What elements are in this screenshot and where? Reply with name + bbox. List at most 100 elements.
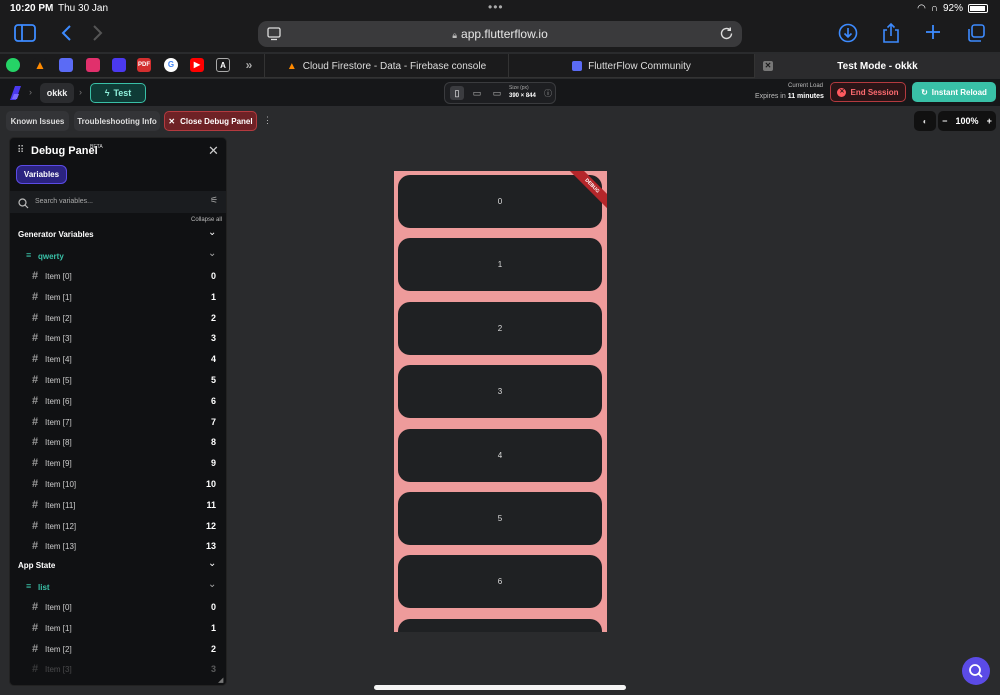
variable-item-row[interactable]: # Item [1] 1 <box>10 287 226 307</box>
back-icon[interactable] <box>60 24 72 47</box>
close-tab-icon[interactable]: ✕ <box>763 61 773 71</box>
beta-badge: BETA <box>90 144 103 150</box>
drag-handle-icon[interactable]: ⠿ <box>17 145 24 156</box>
collapse-all-link[interactable]: Collapse all <box>191 217 222 223</box>
list-item-card[interactable] <box>398 618 602 632</box>
list-item-card[interactable]: 3 <box>398 365 602 419</box>
close-debug-panel-button[interactable]: ✕ Close Debug Panel <box>164 111 257 131</box>
battery-fill <box>970 6 985 11</box>
item-value: 1 <box>210 291 216 302</box>
variable-item-row[interactable]: # Item [7] 7 <box>10 412 226 432</box>
variable-item-row[interactable]: # Item [0] 0 <box>10 266 226 286</box>
variable-item-row[interactable]: # Item [3] 3 <box>10 659 226 679</box>
generator-variable-qwerty[interactable]: ≡ qwerty ⌄ <box>10 246 226 266</box>
battery-percent: 92% <box>942 3 963 14</box>
variable-item-row[interactable]: # Item [1] 1 <box>10 618 226 638</box>
number-type-icon: # <box>32 663 39 676</box>
list-item-card[interactable]: 4 <box>398 428 602 482</box>
variable-item-row[interactable]: # Item [3] 3 <box>10 328 226 348</box>
variable-item-row[interactable]: # Item [13] 13 <box>10 536 226 556</box>
variable-item-row[interactable]: # Item [2] 2 <box>10 308 226 328</box>
home-indicator[interactable] <box>374 685 626 690</box>
number-type-icon: # <box>32 519 39 532</box>
new-tab-icon[interactable] <box>924 23 942 46</box>
tab-firebase[interactable]: ▲ Cloud Firestore - Data - Firebase cons… <box>264 54 508 78</box>
variable-search[interactable]: Search variables... ⚟ <box>10 191 226 213</box>
desktop-device-icon[interactable]: ▭ <box>490 86 504 100</box>
phone-preview: 0123456 DEBUG <box>394 171 607 632</box>
tablet-device-icon[interactable]: ▭ <box>470 86 484 100</box>
variable-item-row[interactable]: # Item [0] 0 <box>10 597 226 617</box>
list-item-card[interactable]: 2 <box>398 301 602 355</box>
list-item-card[interactable]: 5 <box>398 492 602 545</box>
end-session-button[interactable]: ✕ End Session <box>830 82 906 102</box>
number-type-icon: # <box>32 311 39 324</box>
instagram-icon[interactable] <box>86 58 100 72</box>
dark-mode-toggle-icon[interactable]: ◐ <box>914 111 936 131</box>
number-type-icon: # <box>32 290 39 303</box>
tab-overview-icon[interactable] <box>966 23 986 48</box>
list-item-card[interactable]: 6 <box>398 555 602 609</box>
variable-item-row[interactable]: # Item [9] 9 <box>10 453 226 473</box>
item-value: 3 <box>210 664 216 675</box>
pdf-icon[interactable]: PDF <box>137 58 151 72</box>
list-icon: ≡ <box>26 250 32 260</box>
filter-icon[interactable]: ⚟ <box>210 195 218 206</box>
session-expiry: Expires in 11 minutes <box>755 93 824 100</box>
size-value: 390 × 844 <box>509 93 536 99</box>
variable-item-row[interactable]: # Item [2] 2 <box>10 639 226 659</box>
app-state-section[interactable]: App State ⌄ <box>10 556 226 576</box>
item-name: Item [0] <box>45 272 72 281</box>
resize-handle-icon[interactable]: ◢ <box>218 676 223 684</box>
test-mode-breadcrumb[interactable]: ϟ Test <box>90 83 146 103</box>
phone-device-icon[interactable]: ▯ <box>450 86 464 100</box>
troubleshooting-info-button[interactable]: Troubleshooting Info <box>74 111 160 131</box>
tab-label: Cloud Firestore - Data - Firebase consol… <box>302 60 487 72</box>
flutterflow-logo-icon[interactable] <box>8 85 22 106</box>
more-favorites-icon[interactable]: » <box>242 58 256 72</box>
variable-item-row[interactable]: # Item [12] 12 <box>10 516 226 536</box>
tab-community[interactable]: FlutterFlow Community <box>508 54 754 78</box>
debug-panel-title: Debug Panel <box>31 145 98 157</box>
variables-tab[interactable]: Variables <box>16 165 67 184</box>
whatsapp-icon[interactable] <box>6 58 20 72</box>
flutterflow-fav-icon[interactable] <box>59 58 73 72</box>
firebase-icon[interactable]: ▲ <box>33 58 47 72</box>
share-icon[interactable] <box>882 22 900 49</box>
tab-test-mode[interactable]: ✕ Test Mode - okkk <box>754 54 1000 78</box>
more-options-icon[interactable]: ⋮ <box>263 115 272 126</box>
download-icon[interactable] <box>838 23 858 48</box>
multitasking-dots-icon[interactable]: ••• <box>488 0 504 14</box>
section-title: App State <box>18 561 56 570</box>
variable-item-row[interactable]: # Item [5] 5 <box>10 370 226 390</box>
instant-reload-button[interactable]: ↻ Instant Reload <box>912 82 996 102</box>
variable-item-row[interactable]: # Item [4] 4 <box>10 349 226 369</box>
project-breadcrumb[interactable]: okkk <box>40 83 74 103</box>
flutterflow-fav-icon-2[interactable] <box>112 58 126 72</box>
forward-icon[interactable] <box>92 24 104 47</box>
item-name: Item [8] <box>45 438 72 448</box>
list-item-card[interactable]: 1 <box>398 238 602 292</box>
app-state-variable-list[interactable]: ≡ list ⌄ <box>10 577 226 597</box>
zoom-in-icon[interactable]: + <box>987 116 992 126</box>
address-bar[interactable]: 🔒︎ app.flutterflow.io <box>258 21 742 47</box>
close-panel-icon[interactable]: ✕ <box>208 143 219 159</box>
list-item-card[interactable]: 0 <box>398 175 602 228</box>
youtube-icon[interactable]: ▶ <box>190 58 204 72</box>
sidebar-toggle-icon[interactable] <box>14 24 36 47</box>
generator-variables-section[interactable]: Generator Variables ⌄ <box>10 225 226 245</box>
info-icon[interactable]: ⓘ <box>544 88 552 99</box>
variable-item-row[interactable]: # Item [8] 8 <box>10 432 226 452</box>
firebase-tab-icon: ▲ <box>286 60 297 72</box>
font-a-icon[interactable]: A <box>216 58 230 72</box>
reload-icon[interactable] <box>719 26 734 46</box>
variable-item-row[interactable]: # Item [6] 6 <box>10 391 226 411</box>
google-icon[interactable]: G <box>164 58 178 72</box>
variable-item-row[interactable]: # Item [11] 11 <box>10 495 226 515</box>
variable-item-row[interactable]: # Item [10] 10 <box>10 474 226 494</box>
search-fab-button[interactable] <box>962 657 990 685</box>
zoom-out-icon[interactable]: − <box>942 116 947 126</box>
close-debug-label: Close Debug Panel <box>180 116 253 126</box>
known-issues-button[interactable]: Known Issues <box>6 111 69 131</box>
search-placeholder: Search variables... <box>35 198 93 205</box>
